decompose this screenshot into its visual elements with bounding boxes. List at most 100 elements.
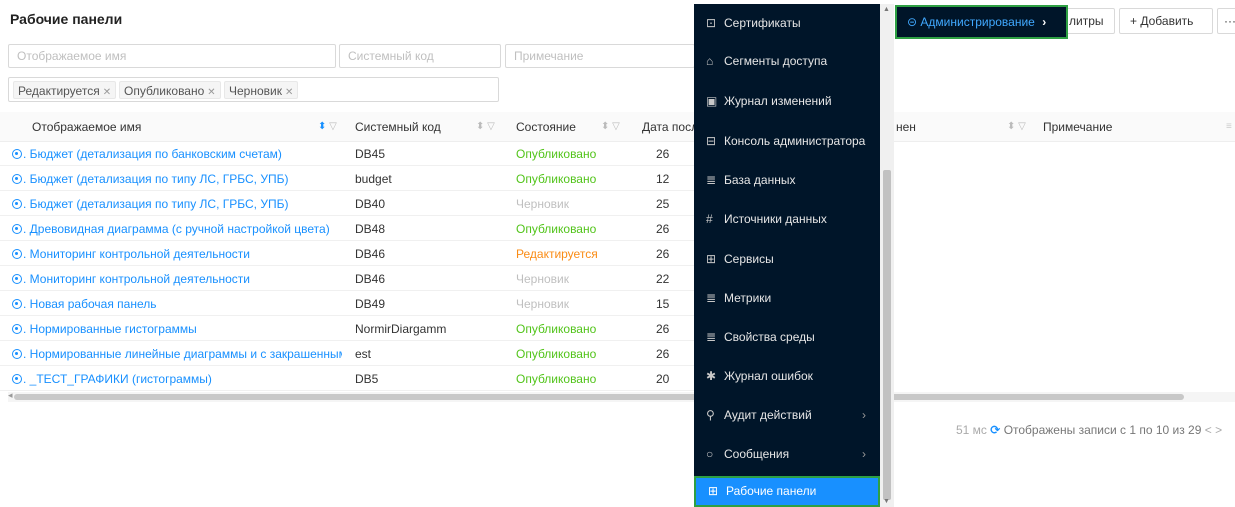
column-header-date[interactable]: Дата посл xyxy=(642,112,698,142)
date-cell: 26 xyxy=(656,322,670,336)
system-code-cell: DB5 xyxy=(355,372,379,386)
system-code-cell: DB40 xyxy=(355,197,386,211)
menu-item-hash[interactable]: # Источники данных xyxy=(694,200,880,238)
scroll-left-icon[interactable]: ◂ xyxy=(8,390,13,401)
menu-item-label: Источники данных xyxy=(724,212,827,226)
menu-item-label: Свойства среды xyxy=(724,330,815,344)
dashboard-name-link[interactable]: . Новая рабочая панель xyxy=(12,292,342,316)
dashboard-name-link[interactable]: . Мониторинг контрольной деятельности xyxy=(12,267,342,291)
state-filter-select[interactable]: Редактируется ✕ Опубликовано ✕ Черновик ✕ xyxy=(8,77,499,102)
system-code-cell: DB48 xyxy=(355,222,386,236)
view-icon[interactable] xyxy=(12,249,22,259)
sort-filter-icon[interactable]: ⬍ ▽ xyxy=(318,112,337,142)
sort-filter-icon[interactable]: ⬍ ▽ xyxy=(1007,112,1026,142)
dashboard-name-link[interactable]: . Бюджет (детализация по банковским счет… xyxy=(12,142,342,166)
column-header-note[interactable]: Примечание xyxy=(1043,112,1112,142)
dashboard-name-link[interactable]: . Нормированные линейные диаграммы и с з… xyxy=(12,342,342,366)
view-icon[interactable] xyxy=(12,274,22,284)
view-icon[interactable] xyxy=(12,349,22,359)
dashboard-name-link[interactable]: . Бюджет (детализация по типу ЛС, ГРБС, … xyxy=(12,167,342,191)
dashboard-name-link[interactable]: . Мониторинг контрольной деятельности xyxy=(12,242,342,266)
menu-item-calendar[interactable]: ▣ Журнал изменений xyxy=(694,82,880,120)
menu-item-console[interactable]: ⊟ Консоль администратора xyxy=(694,122,880,160)
column-header-state[interactable]: Состояние xyxy=(516,112,576,142)
date-cell: 15 xyxy=(656,297,670,311)
dashboard-name-link[interactable]: . Нормированные гистограммы xyxy=(12,317,342,341)
bug-icon: ✱ xyxy=(706,369,717,383)
menu-item-metrics[interactable]: ≣ Метрики xyxy=(694,279,880,317)
state-cell: Редактируется xyxy=(516,247,598,261)
chip-published[interactable]: Опубликовано ✕ xyxy=(119,81,221,99)
view-icon[interactable] xyxy=(12,374,22,384)
menu-item-label: Журнал изменений xyxy=(724,94,832,108)
view-icon[interactable] xyxy=(12,149,22,159)
system-code-cell: DB45 xyxy=(355,147,386,161)
menu-item-dashboard[interactable]: ⊞ Рабочие панели xyxy=(694,476,880,507)
sort-filter-icon[interactable]: ⬍ ▽ xyxy=(476,112,495,142)
note-filter-input[interactable]: Примечание xyxy=(505,44,695,68)
dashboard-name-link[interactable]: . Бюджет (детализация по типу ЛС, ГРБС, … xyxy=(12,192,342,216)
chip-draft[interactable]: Черновик ✕ xyxy=(224,81,299,99)
menu-item-label: База данных xyxy=(724,173,796,187)
administration-menu-button[interactable]: ⊝ Администрирование › xyxy=(895,5,1068,39)
view-icon[interactable] xyxy=(12,199,22,209)
scroll-down-icon[interactable]: ▼ xyxy=(883,498,890,505)
scroll-up-icon[interactable]: ▲ xyxy=(883,6,890,13)
chip-remove-icon[interactable]: ✕ xyxy=(103,87,111,98)
chevron-right-icon: › xyxy=(1042,15,1047,29)
metrics-icon: ≣ xyxy=(706,291,717,305)
display-name-filter-input[interactable]: Отображаемое имя xyxy=(8,44,336,68)
dashboard-name-link[interactable]: . Древовидная диаграмма (с ручной настро… xyxy=(12,217,342,241)
system-code-filter-input[interactable]: Системный код xyxy=(339,44,501,68)
calendar-icon: ▣ xyxy=(706,94,718,108)
view-icon[interactable] xyxy=(12,324,22,334)
menu-item-certificate[interactable]: ⊡ Сертификаты xyxy=(694,4,880,42)
add-button[interactable]: + Добавить xyxy=(1119,8,1213,34)
prev-page-button[interactable]: < xyxy=(1205,423,1212,437)
dashboard-icon: ⊞ xyxy=(708,484,719,498)
date-cell: 26 xyxy=(656,247,670,261)
menu-item-database[interactable]: ≣ База данных xyxy=(694,161,880,199)
column-menu-icon[interactable]: ≡ xyxy=(1226,112,1232,142)
next-page-button[interactable]: > xyxy=(1215,423,1222,437)
menu-item-bug[interactable]: ✱ Журнал ошибок xyxy=(694,357,880,395)
menu-item-label: Метрики xyxy=(724,291,772,305)
horizontal-scrollbar[interactable]: ◂ xyxy=(8,390,1235,402)
state-cell: Черновик xyxy=(516,272,569,286)
system-code-cell: DB49 xyxy=(355,297,386,311)
filters-button[interactable]: литры xyxy=(1060,8,1115,34)
column-header-code[interactable]: Системный код xyxy=(355,112,441,142)
more-button[interactable]: ··· xyxy=(1217,8,1235,34)
menu-scrollbar-thumb[interactable] xyxy=(883,170,891,500)
menu-scrollbar[interactable]: ▲ ▼ xyxy=(880,4,894,507)
date-cell: 26 xyxy=(656,347,670,361)
dashboard-name-link[interactable]: . _ТЕСТ_ГРАФИКИ (гистограммы) xyxy=(12,367,342,391)
properties-icon: ≣ xyxy=(706,330,717,344)
column-header-changed[interactable]: нен xyxy=(896,112,916,142)
menu-item-label: Сертификаты xyxy=(724,16,801,30)
column-header-name[interactable]: Отображаемое имя xyxy=(32,112,141,142)
chip-remove-icon[interactable]: ✕ xyxy=(285,87,293,98)
chip-editing[interactable]: Редактируется ✕ xyxy=(13,81,117,99)
view-icon[interactable] xyxy=(12,174,22,184)
refresh-icon[interactable]: ⟳ xyxy=(990,423,1000,437)
state-cell: Опубликовано xyxy=(516,322,597,336)
date-cell: 26 xyxy=(656,222,670,236)
menu-item-properties[interactable]: ≣ Свойства среды xyxy=(694,318,880,356)
view-icon[interactable] xyxy=(12,299,22,309)
records-text: Отображены записи с 1 по 10 из 29 xyxy=(1003,423,1202,437)
date-cell: 26 xyxy=(656,147,670,161)
view-icon[interactable] xyxy=(12,224,22,234)
menu-item-message[interactable]: ○ Сообщения › xyxy=(694,435,880,473)
date-cell: 22 xyxy=(656,272,670,286)
chip-remove-icon[interactable]: ✕ xyxy=(207,87,215,98)
menu-item-lock[interactable]: ⌂ Сегменты доступа xyxy=(694,42,880,80)
menu-item-services[interactable]: ⊞ Сервисы xyxy=(694,240,880,278)
lock-icon: ⌂ xyxy=(706,54,714,68)
admin-gear-icon: ⊝ xyxy=(907,15,918,29)
menu-item-search[interactable]: ⚲ Аудит действий › xyxy=(694,396,880,434)
sort-filter-icon[interactable]: ⬍ ▽ xyxy=(601,112,620,142)
scrollbar-thumb[interactable] xyxy=(14,394,1184,400)
state-cell: Опубликовано xyxy=(516,147,597,161)
state-cell: Опубликовано xyxy=(516,222,597,236)
